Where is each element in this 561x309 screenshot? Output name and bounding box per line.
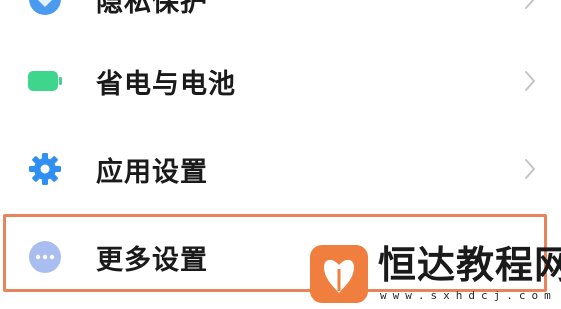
gear-icon	[27, 151, 63, 187]
battery-icon	[27, 63, 63, 99]
site-watermark-title: 恒达教程网	[378, 243, 561, 287]
settings-item-label: 省电与电池	[96, 68, 236, 100]
settings-item-label: 应用设置	[96, 156, 208, 188]
chevron-right-icon	[523, 157, 537, 181]
site-logo-icon	[310, 245, 368, 303]
privacy-icon	[27, 0, 63, 17]
chevron-right-icon	[523, 69, 537, 93]
settings-item-privacy[interactable]: 隐私保护	[0, 0, 561, 42]
site-watermark-url: www.sxhdcj.com	[380, 289, 557, 302]
settings-item-battery[interactable]: 省电与电池	[0, 38, 561, 124]
site-watermark: 恒达教程网 www.sxhdcj.com	[308, 241, 561, 307]
settings-item-apps[interactable]: 应用设置	[0, 126, 561, 212]
settings-item-label: 隐私保护	[96, 0, 208, 18]
chevron-right-icon	[523, 0, 537, 11]
